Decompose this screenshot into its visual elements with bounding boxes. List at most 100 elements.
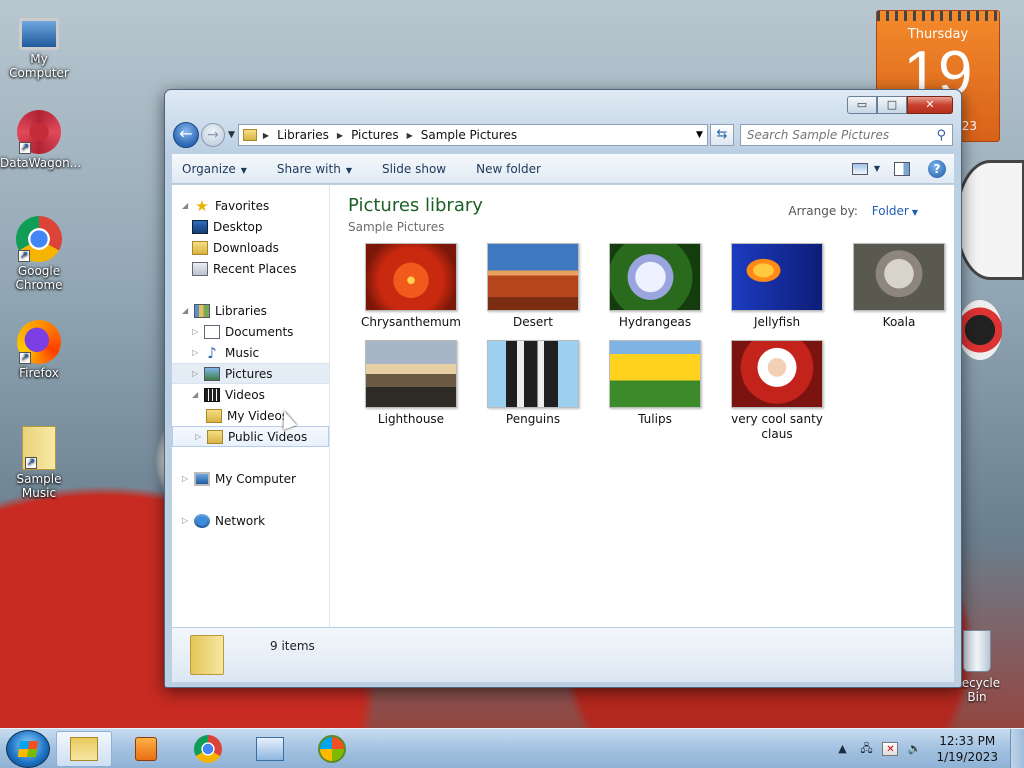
nav-item-network[interactable]: ▷ Network [172, 510, 329, 531]
nav-item-videos[interactable]: ◢ Videos [172, 384, 329, 405]
show-desktop-button[interactable] [1010, 728, 1024, 768]
slide-show-button[interactable]: Slide show [382, 162, 446, 176]
collapse-triangle-icon[interactable]: ◢ [182, 201, 194, 210]
nav-item-public-videos[interactable]: ▷ Public Videos [172, 426, 329, 447]
chevron-right-icon[interactable]: ▶ [263, 131, 269, 140]
expand-triangle-icon[interactable]: ▷ [182, 516, 194, 525]
nav-item-desktop[interactable]: Desktop [172, 216, 329, 237]
file-item-hydrangeas[interactable]: Hydrangeas [594, 243, 716, 330]
nav-label: Documents [225, 324, 294, 339]
search-box[interactable]: ⚲ [739, 124, 953, 146]
collapse-triangle-icon[interactable]: ◢ [182, 306, 194, 315]
collapse-triangle-icon[interactable]: ◢ [192, 390, 204, 399]
arrange-by-dropdown[interactable]: Folder [872, 204, 909, 218]
file-item-desert[interactable]: Desert [472, 243, 594, 330]
nav-item-documents[interactable]: ▷ Documents [172, 321, 329, 342]
back-button[interactable]: ← [173, 122, 199, 148]
file-item-penguins[interactable]: Penguins [472, 340, 594, 442]
navigation-bar: ← → ▼ ▶ Libraries ▶ Pictures ▶ Sample Pi… [173, 122, 953, 148]
nav-gap [172, 279, 329, 300]
maximize-button[interactable]: □ [877, 96, 907, 114]
close-button[interactable]: ✕ [907, 96, 953, 114]
taskbar-datawagon[interactable] [242, 731, 298, 767]
desktop-icon-sample-music[interactable]: ↗ Sample Music [0, 426, 78, 500]
chevron-right-icon[interactable]: ▶ [337, 131, 343, 140]
breadcrumb-pictures[interactable]: Pictures [351, 128, 399, 142]
nav-item-pictures[interactable]: ▷ Pictures [172, 363, 329, 384]
file-item-tulips[interactable]: Tulips [594, 340, 716, 442]
taskbar-chrome[interactable] [180, 731, 236, 767]
breadcrumb-sample-pictures[interactable]: Sample Pictures [421, 128, 517, 142]
cpu-meter-gadget[interactable] [958, 300, 1002, 360]
clock[interactable]: 12:33 PM 1/19/2023 [936, 733, 998, 765]
preview-pane-icon[interactable] [894, 161, 910, 176]
search-input[interactable] [746, 128, 937, 142]
chevron-right-icon[interactable]: ▶ [407, 131, 413, 140]
refresh-icon: ⇆ [716, 127, 728, 142]
nav-item-music[interactable]: ▷ ♪ Music [172, 342, 329, 363]
nav-item-recent-places[interactable]: Recent Places [172, 258, 329, 279]
file-item-santa[interactable]: very cool santy claus [716, 340, 838, 442]
desktop-icon-google-chrome[interactable]: ↗ Google Chrome [0, 216, 78, 292]
taskbar-explorer[interactable] [56, 730, 112, 767]
file-item-chrysanthemum[interactable]: Chrysanthemum [350, 243, 472, 330]
taskbar-media-player[interactable] [118, 731, 174, 767]
explorer-window: ▭ □ ✕ ← → ▼ ▶ Libraries ▶ Pictures ▶ Sam… [164, 89, 962, 688]
file-item-lighthouse[interactable]: Lighthouse [350, 340, 472, 442]
desktop-icon-datawagon[interactable]: ↗ DataWagon... [0, 110, 81, 170]
chevron-down-icon[interactable]: ▼ [912, 208, 918, 217]
desktop-icon [192, 219, 208, 234]
nav-item-libraries[interactable]: ◢ Libraries [172, 300, 329, 321]
taskbar-windows-app[interactable] [304, 731, 360, 767]
nav-item-favorites[interactable]: ◢ ★ Favorites [172, 195, 329, 216]
folder-icon [190, 635, 224, 675]
desktop-icon-label: Google Chrome [15, 264, 63, 292]
nav-item-my-computer[interactable]: ▷ My Computer [172, 468, 329, 489]
nav-item-my-videos[interactable]: My Videos [172, 405, 329, 426]
forward-button[interactable]: → [201, 123, 225, 147]
nav-label: My Computer [215, 471, 296, 486]
file-name: Penguins [505, 412, 561, 426]
organize-menu[interactable]: Organize ▼ [182, 162, 247, 176]
minimize-button[interactable]: ▭ [847, 96, 877, 114]
documents-icon [204, 324, 220, 339]
breadcrumb-libraries[interactable]: Libraries [277, 128, 329, 142]
address-dropdown-icon[interactable]: ▼ [696, 130, 703, 140]
view-controls: ▼ ? [851, 159, 954, 178]
desktop-icon-label: My Computer [9, 52, 69, 80]
new-folder-button[interactable]: New folder [476, 162, 541, 176]
expand-triangle-icon[interactable]: ▷ [182, 474, 194, 483]
expand-triangle-icon[interactable]: ▷ [192, 327, 204, 336]
pictures-icon [204, 366, 220, 381]
network-tray-icon[interactable]: 🖧 [858, 742, 874, 756]
share-with-menu[interactable]: Share with ▼ [277, 162, 352, 176]
file-item-jellyfish[interactable]: Jellyfish [716, 243, 838, 330]
search-icon[interactable]: ⚲ [936, 128, 946, 143]
expand-triangle-icon[interactable]: ▷ [192, 348, 204, 357]
chevron-down-icon[interactable]: ▼ [874, 164, 880, 173]
navigation-pane: ◢ ★ Favorites Desktop Downloads Recent P… [172, 185, 330, 627]
show-hidden-icons-icon[interactable]: ▲ [834, 742, 850, 756]
change-view-icon[interactable] [851, 162, 868, 175]
desktop-icon-my-computer[interactable]: My Computer [0, 12, 78, 80]
taskbar: ▲ 🖧 ✕ 🔈 12:33 PM 1/19/2023 [0, 728, 1024, 768]
action-center-flag-icon[interactable]: ✕ [882, 741, 899, 756]
nav-item-downloads[interactable]: Downloads [172, 237, 329, 258]
desktop-icon-firefox[interactable]: ↗ Firefox [0, 320, 78, 380]
expand-triangle-icon[interactable]: ▷ [195, 432, 207, 441]
nav-label: Pictures [225, 366, 273, 381]
recent-pages-dropdown[interactable]: ▼ [228, 130, 235, 140]
volume-icon[interactable]: 🔈 [906, 742, 922, 756]
file-item-koala[interactable]: Koala [838, 243, 960, 330]
item-count: 9 items [270, 639, 315, 653]
expand-triangle-icon[interactable]: ▷ [192, 369, 204, 378]
thumbnail-image [365, 243, 457, 311]
clock-gadget[interactable] [955, 160, 1024, 280]
thumbnail-grid: Chrysanthemum Desert Hydrangeas Jellyfis… [350, 243, 960, 442]
help-icon[interactable]: ? [928, 159, 946, 178]
refresh-button[interactable]: ⇆ [709, 124, 734, 146]
address-bar[interactable]: ▶ Libraries ▶ Pictures ▶ Sample Pictures… [237, 124, 708, 146]
organize-label: Organize [182, 161, 236, 176]
start-button[interactable] [6, 729, 50, 768]
file-name: Jellyfish [753, 315, 801, 329]
